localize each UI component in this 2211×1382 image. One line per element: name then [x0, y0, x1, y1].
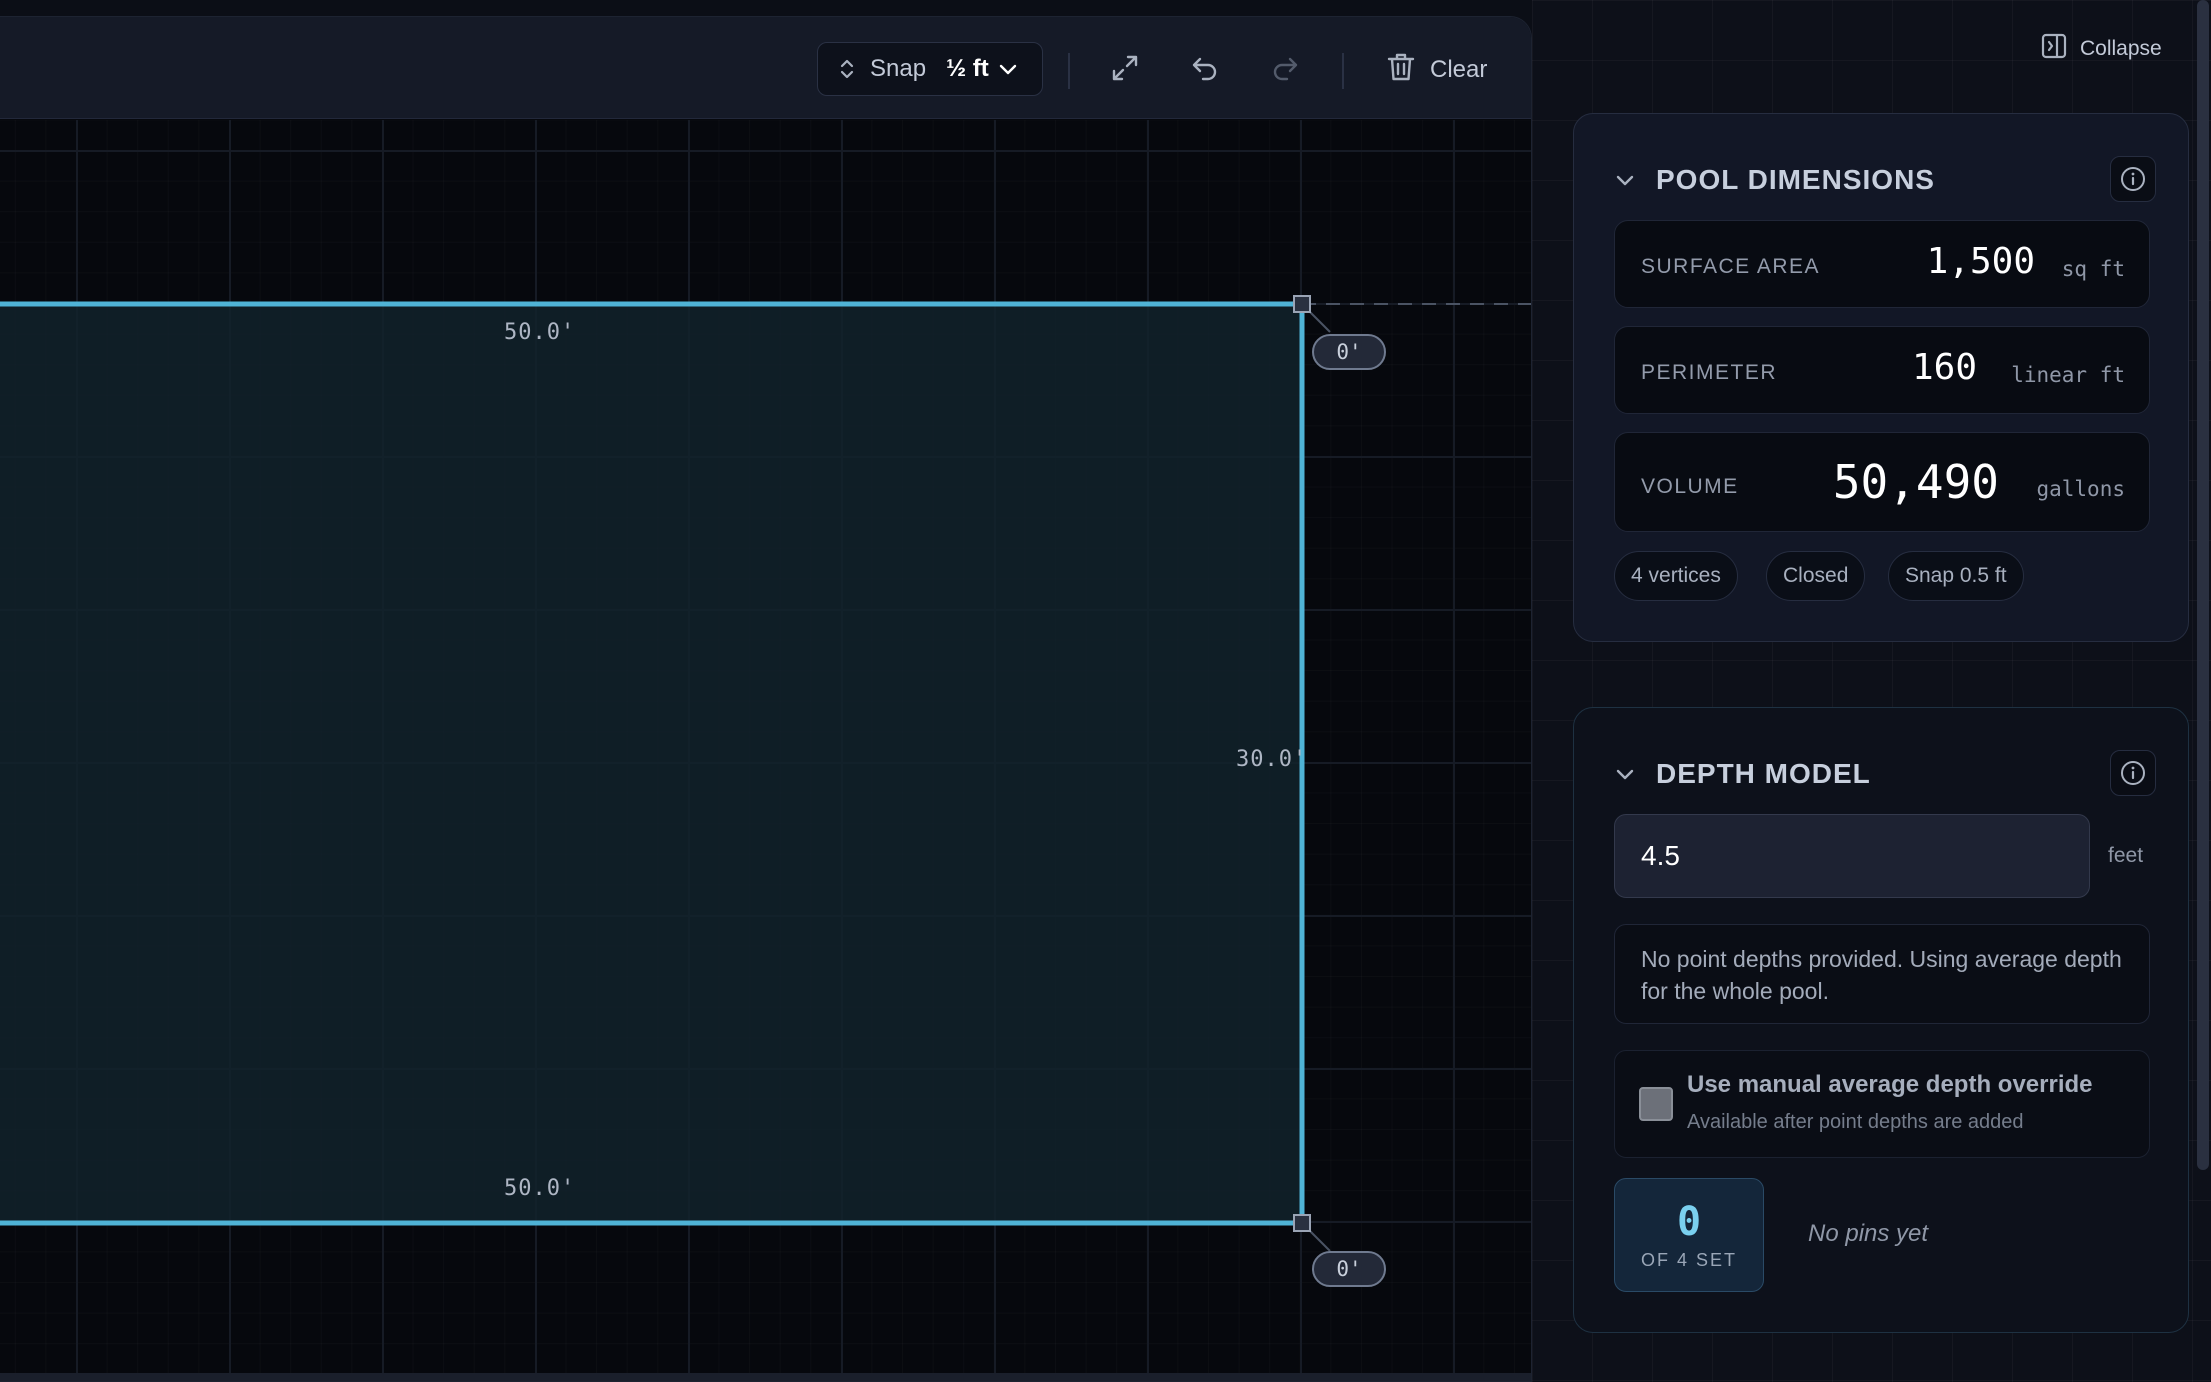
snap-value: ½ ft	[946, 55, 989, 82]
no-pins-message: No pins yet	[1808, 1220, 1929, 1247]
horizontal-scrollbar[interactable]	[0, 1373, 1531, 1381]
depth-unit: feet	[2108, 844, 2144, 867]
vertex-count-chip: 4 vertices	[1614, 551, 1738, 601]
toolbar-divider	[1068, 53, 1070, 89]
snap-updown-icon	[838, 57, 856, 81]
side-panel-scrollbar[interactable]	[2197, 0, 2209, 1170]
undo-icon	[1189, 52, 1221, 89]
stat-unit: sq ft	[2061, 257, 2125, 281]
pin-count-total: OF 4 SET	[1640, 1249, 1737, 1270]
pin-count-value: 0	[1676, 1198, 1702, 1245]
pool-dimensions-header[interactable]: POOL DIMENSIONS	[1614, 156, 2156, 202]
info-button[interactable]	[2110, 750, 2156, 796]
pool-dimensions-panel: POOL DIMENSIONS SURFACE AREA 1,500 sq ft…	[1573, 113, 2189, 642]
vertex-handle[interactable]	[1293, 295, 1311, 313]
drawing-area[interactable]: 50.0' 50.0' 30.0' 0' 0'	[0, 120, 1531, 1381]
edge-length-bottom: 50.0'	[504, 1176, 576, 1201]
surface-area-value: 1,500	[1926, 241, 2035, 282]
expand-icon	[1109, 52, 1141, 89]
stat-label: VOLUME	[1641, 475, 1739, 498]
depth-model-panel: DEPTH MODEL feet No point depths provide…	[1573, 707, 2189, 1333]
fit-view-button[interactable]	[1102, 47, 1148, 93]
collapse-label: Collapse	[2080, 37, 2162, 60]
info-button[interactable]	[2110, 156, 2156, 202]
canvas-toolbar: Snap ½ ft Clear	[0, 17, 1531, 119]
panel-title: DEPTH MODEL	[1656, 758, 1871, 789]
vertex-depth-pill[interactable]: 0'	[1312, 334, 1386, 370]
average-depth-input[interactable]	[1614, 814, 2090, 898]
redo-button[interactable]	[1262, 47, 1308, 93]
snap-select[interactable]: Snap ½ ft	[817, 42, 1043, 96]
vertex-depth-pill[interactable]: 0'	[1312, 1251, 1386, 1287]
stat-unit: linear ft	[2011, 363, 2125, 387]
volume-value: 50,490	[1832, 455, 1999, 509]
vertex-handle[interactable]	[1293, 1214, 1311, 1232]
undo-button[interactable]	[1182, 47, 1228, 93]
trash-icon	[1386, 51, 1416, 90]
clear-label: Clear	[1430, 56, 1488, 83]
collapse-button[interactable]: Collapse	[2040, 32, 2162, 66]
stat-label: PERIMETER	[1641, 361, 1778, 384]
perimeter-value: 160	[1911, 347, 1977, 388]
info-icon	[2121, 167, 2145, 191]
edge-length-right: 30.0'	[1236, 747, 1308, 772]
perimeter-row: PERIMETER 160 linear ft	[1614, 326, 2150, 414]
info-icon	[2121, 761, 2145, 785]
manual-override-option: Use manual average depth override Availa…	[1614, 1050, 2150, 1158]
override-subtitle: Available after point depths are added	[1687, 1111, 2024, 1133]
stat-unit: gallons	[2036, 477, 2125, 501]
chevron-down-icon[interactable]	[1614, 169, 1636, 191]
volume-row: VOLUME 50,490 gallons	[1614, 432, 2150, 532]
closed-status-chip: Closed	[1766, 551, 1866, 601]
clear-button[interactable]: Clear	[1386, 47, 1487, 93]
edge-length-top: 50.0'	[504, 320, 576, 345]
pool-outline[interactable]	[0, 301, 1305, 1226]
snap-chip: Snap 0.5 ft	[1888, 551, 2024, 601]
stat-label: SURFACE AREA	[1641, 255, 1821, 278]
surface-area-row: SURFACE AREA 1,500 sq ft	[1614, 220, 2150, 308]
depth-model-header[interactable]: DEPTH MODEL	[1614, 750, 2156, 796]
depth-note: No point depths provided. Using average …	[1614, 924, 2150, 1024]
chevron-down-icon[interactable]	[1614, 763, 1636, 785]
chevron-down-icon	[997, 58, 1019, 80]
pin-count-box: 0 OF 4 SET	[1614, 1178, 1764, 1292]
override-title: Use manual average depth override	[1687, 1071, 2093, 1098]
snap-label: Snap	[870, 55, 927, 82]
panel-title: POOL DIMENSIONS	[1656, 164, 1935, 195]
panel-collapse-icon	[2040, 32, 2068, 66]
manual-override-checkbox[interactable]	[1639, 1087, 1673, 1121]
toolbar-divider	[1342, 53, 1344, 89]
drawing-canvas-card: Snap ½ ft Clear 50.0' 50.0' 30.0' 0' 0'	[0, 16, 1532, 1382]
redo-icon	[1269, 52, 1301, 89]
